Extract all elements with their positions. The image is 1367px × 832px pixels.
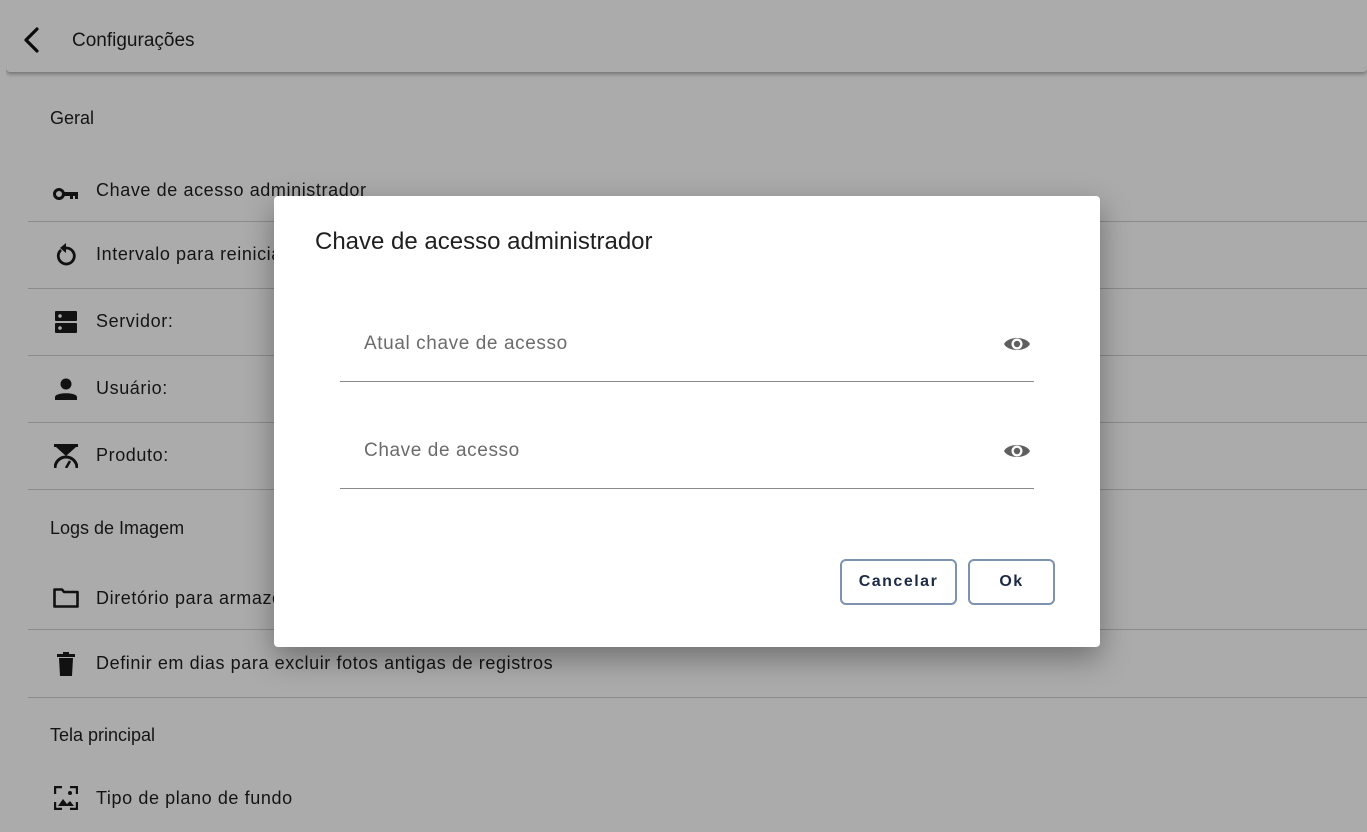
eye-icon <box>1004 445 1030 457</box>
current-key-field <box>340 303 1034 382</box>
toggle-visibility-button[interactable] <box>1002 436 1032 466</box>
new-key-field <box>340 410 1034 489</box>
toggle-visibility-button[interactable] <box>1002 329 1032 359</box>
dialog-title: Chave de acesso administrador <box>315 228 653 255</box>
admin-key-dialog: Chave de acesso administrador Cancelar O… <box>274 196 1100 647</box>
ok-button[interactable]: Ok <box>968 559 1055 605</box>
eye-icon <box>1004 338 1030 350</box>
new-key-input[interactable] <box>362 432 986 470</box>
cancel-button[interactable]: Cancelar <box>840 559 957 605</box>
current-key-input[interactable] <box>362 325 986 363</box>
